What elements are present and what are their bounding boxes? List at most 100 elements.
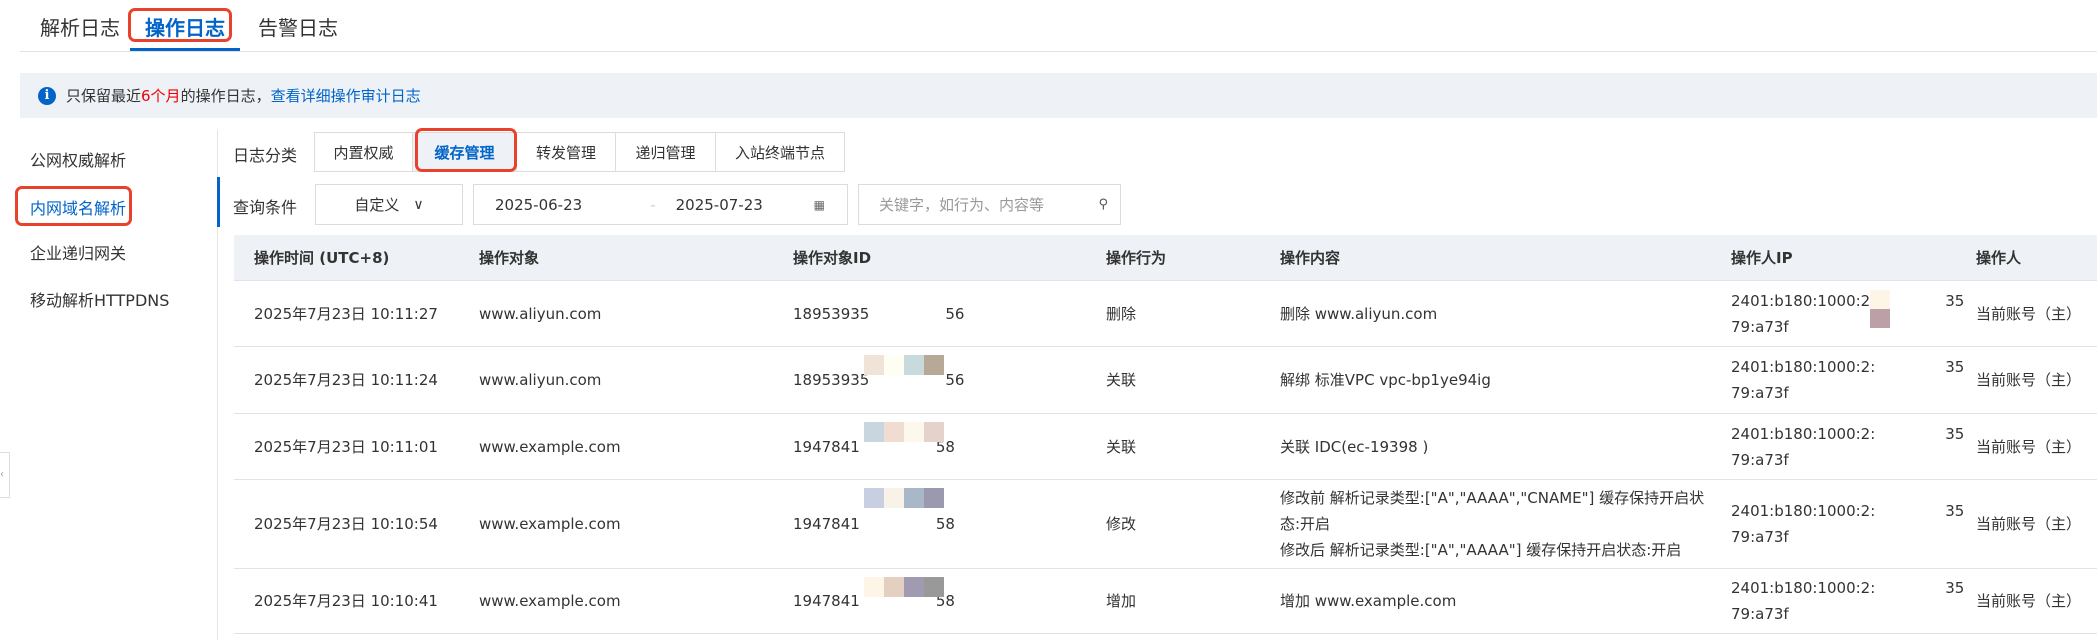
query-label: 查询条件 [233,198,298,217]
range-select[interactable]: 自定义 ∨ [315,184,463,225]
id-suffix: 56 [945,371,965,389]
cell-ip: 2401:b180:1000:2: 35 79:a73f [1731,575,1964,627]
ip-line-1: 2401:b180:1000:2: [1731,579,1876,597]
cell-action: 关联 [1106,437,1137,456]
table-row: 2025年7月23日 10:10:54 www.example.com 1947… [234,480,2097,569]
highlight-box [15,186,132,226]
id-prefix: 18953935 [793,371,870,389]
cell-action: 关联 [1106,371,1137,389]
sidebar-item-httpdns[interactable]: 移动解析HTTPDNS [30,287,169,311]
cell-ip: 2401:b180:1000:2: 35 79:a73f [1731,498,1964,550]
ip-line-1-suffix: 35 [1945,579,1965,597]
cell-content: 关联 IDC(ec-19398 ) [1280,434,1428,460]
ip-line-1: 2401:b180:1000:2: [1731,424,1876,443]
id-prefix: 1947841 [793,515,860,533]
search-input[interactable]: 关键字，如行为、内容等 ⚲ [858,184,1121,225]
content-line: 解绑 标准VPC vpc-bp1ye94ig [1280,371,1491,389]
cell-operator: 当前账号（主） [1976,515,2082,533]
ip-line-1: 2401:b180:1000:2: [1731,291,1876,310]
category-segment: 内置权威 缓存管理 转发管理 递归管理 入站终端节点 [314,132,845,172]
col-object-id: 操作对象ID [793,248,872,267]
cell-object: www.example.com [479,515,621,533]
id-prefix: 18953935 [793,304,870,323]
date-start[interactable]: 2025-06-23 [495,196,582,214]
info-highlight: 6个月 [141,87,181,105]
cell-ip: 2401:b180:1000:2: 35 79:a73f [1731,288,1964,340]
cell-operator: 当前账号（主） [1976,592,2082,610]
table-row: 2025年7月23日 10:11:01 www.example.com 1947… [234,414,2097,480]
cell-action: 删除 [1106,304,1137,323]
cell-content: 删除 www.aliyun.com [1280,301,1437,327]
cell-action: 增加 [1106,592,1137,610]
range-select-value: 自定义 [354,196,400,214]
category-forward[interactable]: 转发管理 [516,132,616,172]
cell-object-id: 1947841 58 [793,511,955,537]
cell-operator: 当前账号（主） [1976,371,2082,389]
category-recursive[interactable]: 递归管理 [615,132,716,172]
active-indicator [217,177,220,227]
content-line: 增加 www.example.com [1280,592,1457,610]
info-text: 只保留最近 [66,87,142,105]
ip-line-2: 79:a73f [1731,450,1789,469]
highlight-box [128,8,232,42]
cell-time: 2025年7月23日 10:10:54 [254,515,438,533]
ip-line-2: 79:a73f [1731,317,1789,336]
date-end[interactable]: 2025-07-23 [676,196,763,214]
redacted-blur [864,422,944,442]
ip-line-1-suffix: 35 [1945,358,1965,376]
col-ip: 操作人IP [1731,248,1793,267]
date-range-picker[interactable]: 2025-06-23 - 2025-07-23 ▦ [473,184,848,225]
sidebar-item-public-dns[interactable]: 公网权威解析 [30,147,126,171]
cell-operator: 当前账号（主） [1976,437,2082,456]
audit-log-link[interactable]: 查看详细操作审计日志 [271,85,421,106]
col-time: 操作时间 (UTC+8) [254,248,390,267]
ip-line-2: 79:a73f [1731,528,1789,546]
cell-object-id: 18953935 56 [793,301,964,327]
info-icon: i [38,86,56,105]
ip-line-1-suffix: 35 [1945,291,1965,310]
redacted-blur [864,488,944,508]
sidebar-item-recursive-gateway[interactable]: 企业递归网关 [30,240,126,264]
ip-line-1: 2401:b180:1000:2: [1731,502,1876,520]
id-prefix: 1947841 [793,437,860,456]
redacted-blur [864,577,944,597]
chevron-left-icon: ‹ [0,469,4,480]
redacted-blur [864,355,944,375]
cell-object: www.aliyun.com [479,304,602,323]
category-inbound-endpoint[interactable]: 入站终端节点 [715,132,845,172]
cell-ip: 2401:b180:1000:2: 35 79:a73f [1731,421,1964,473]
cell-action: 修改 [1106,515,1137,533]
cell-object: www.example.com [479,592,621,610]
info-banner: i 只保留最近 6个月 的操作日志， 查看详细操作审计日志 [20,73,2097,118]
cell-time: 2025年7月23日 10:10:41 [254,592,438,610]
content-line: 修改前 解析记录类型:["A","AAAA","CNAME"] 缓存保持开启状 [1280,489,1705,507]
search-icon[interactable]: ⚲ [1098,197,1108,212]
tab-parse-log[interactable]: 解析日志 [40,14,120,50]
cell-time: 2025年7月23日 10:11:27 [254,304,438,323]
cell-object: www.example.com [479,437,621,456]
table-row: 2025年7月23日 10:11:27 www.aliyun.com 18953… [234,281,2097,347]
col-action: 操作行为 [1106,248,1167,267]
category-builtin[interactable]: 内置权威 [314,132,413,172]
category-label: 日志分类 [233,146,298,165]
table-row: 2025年7月23日 10:10:41 www.example.com 1947… [234,569,2097,634]
calendar-icon: ▦ [813,197,825,212]
date-separator: - [650,195,656,214]
operation-log-table: 操作时间 (UTC+8) 操作对象 操作对象ID 操作行为 操作内容 操作人IP… [234,235,2097,634]
ip-line-2: 79:a73f [1731,384,1789,402]
info-text-suffix: 的操作日志， [180,87,271,105]
ip-line-2: 79:a73f [1731,605,1789,623]
cell-time: 2025年7月23日 10:11:01 [254,437,438,456]
cell-content: 增加 www.example.com [1280,588,1456,614]
ip-line-1-suffix: 35 [1945,502,1965,520]
table-header: 操作时间 (UTC+8) 操作对象 操作对象ID 操作行为 操作内容 操作人IP… [234,235,2097,281]
tabs-divider [20,51,2097,52]
tab-alert-log[interactable]: 告警日志 [258,14,338,50]
highlight-box [415,128,517,172]
cell-content: 解绑 标准VPC vpc-bp1ye94ig [1280,367,1491,393]
content-line: 删除 www.aliyun.com [1280,304,1438,323]
col-content: 操作内容 [1280,248,1341,267]
cell-content: 修改前 解析记录类型:["A","AAAA","CNAME"] 缓存保持开启状态… [1280,485,1704,563]
ip-line-1: 2401:b180:1000:2: [1731,358,1876,376]
collapse-handle[interactable]: ‹ [0,452,10,498]
